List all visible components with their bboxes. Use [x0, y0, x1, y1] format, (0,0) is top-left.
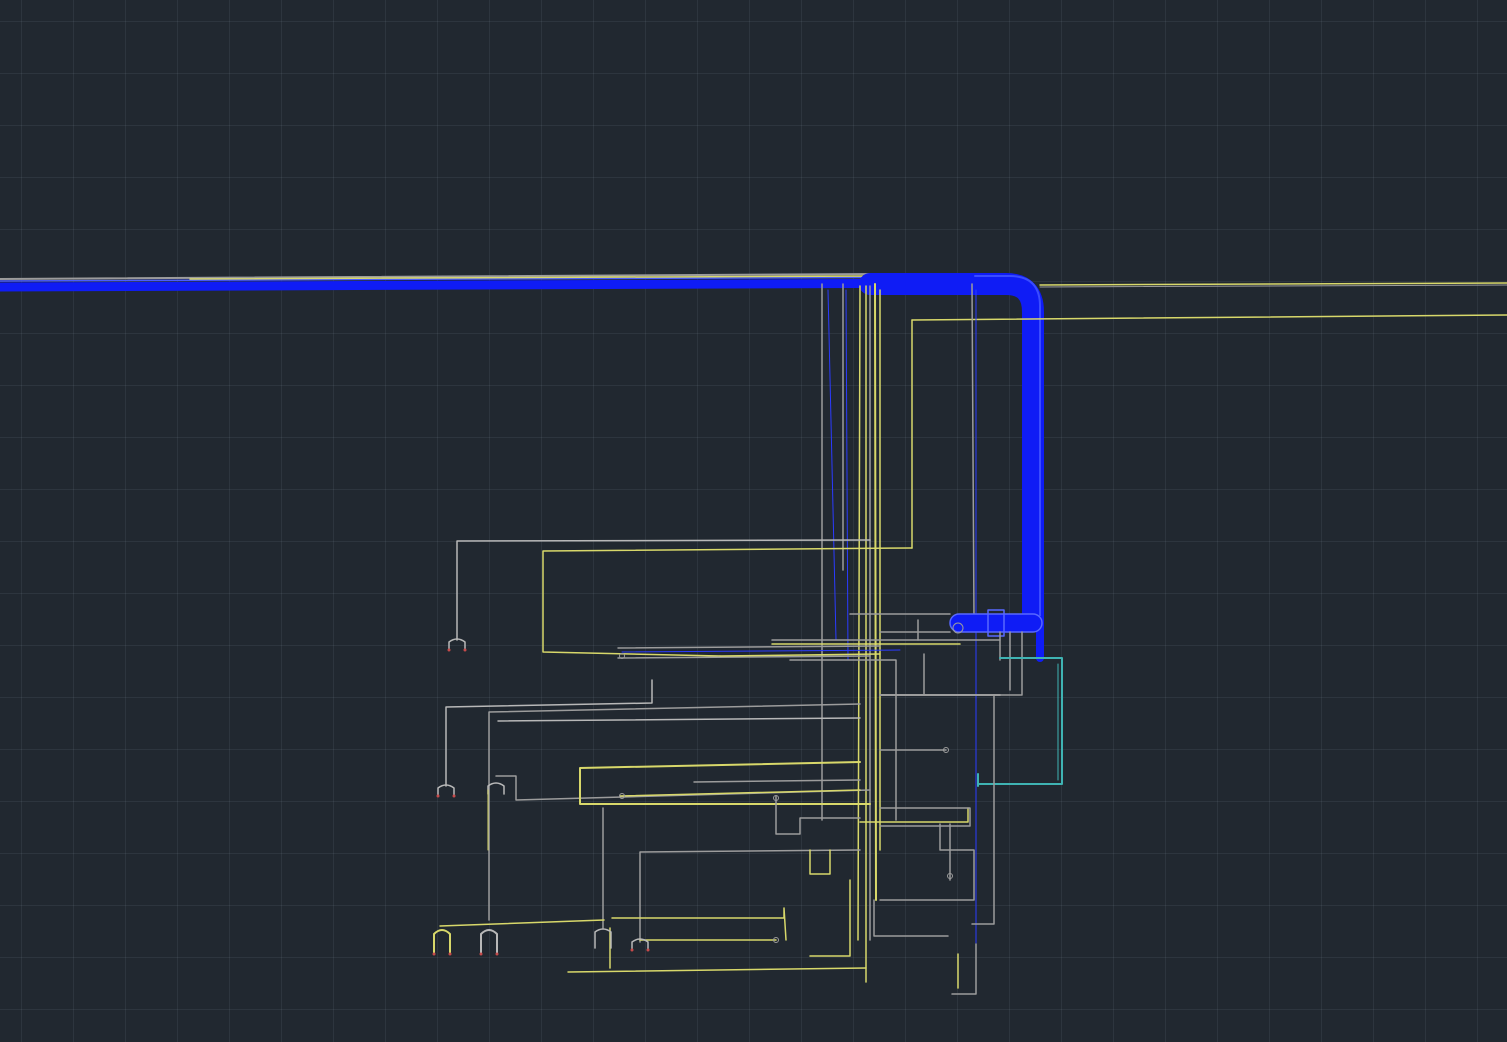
gray-riser-972[interactable]	[971, 283, 975, 621]
mid-distribution	[617, 639, 1001, 821]
gray-branch-540[interactable]	[456, 539, 871, 641]
gray-branch-712[interactable]	[488, 703, 861, 921]
yellow-bottom-970[interactable]	[567, 967, 867, 973]
bottom-left-fixtures	[433, 907, 867, 973]
gray-branch-776c[interactable]	[775, 795, 861, 835]
gray-branch-780[interactable]	[693, 779, 861, 783]
blue-riser-848[interactable]	[845, 289, 849, 661]
node-marker	[630, 948, 634, 952]
junction-markers	[619, 622, 964, 943]
node-marker	[479, 952, 483, 956]
riser-group	[821, 283, 977, 983]
fixture-489-940[interactable]	[480, 929, 498, 955]
gray-dist-648[interactable]	[617, 645, 881, 649]
yellow-branch-790b[interactable]	[619, 789, 861, 797]
yellow-bottom-918[interactable]	[611, 907, 787, 941]
fixture-496-786[interactable]	[487, 782, 505, 795]
gray-branch-704[interactable]	[445, 679, 653, 787]
yellow-branch-956[interactable]	[809, 879, 851, 957]
fixture-603-940[interactable]	[594, 928, 612, 949]
yellow-trunk-right-second[interactable]	[911, 314, 1507, 321]
cyan-branch	[977, 657, 1063, 787]
pipe-fitting-group	[849, 609, 1043, 696]
yellow-trunk-right-top[interactable]	[1039, 282, 1507, 286]
node-marker	[432, 952, 436, 956]
node-marker	[436, 794, 440, 798]
pipe-drawing[interactable]	[0, 0, 1507, 1042]
node-markers	[432, 648, 650, 956]
gray-branch-994[interactable]	[971, 695, 995, 925]
main-trunk-group	[0, 273, 1507, 662]
yellow-riser-875[interactable]	[874, 283, 877, 901]
node-marker	[448, 952, 452, 956]
gray-branch-992[interactable]	[951, 943, 977, 995]
node-marker	[447, 648, 451, 652]
pipe-fitting-tee[interactable]	[949, 613, 1043, 633]
gray-branch-936[interactable]	[873, 899, 949, 937]
gray-branch-808[interactable]	[879, 807, 971, 827]
cyan-loop[interactable]	[977, 657, 1063, 785]
bottom-right-branches	[809, 695, 995, 995]
node-marker	[646, 948, 650, 952]
yellow-branch-852[interactable]	[809, 849, 831, 875]
blue-riser-830[interactable]	[827, 289, 837, 641]
light-branch-720[interactable]	[497, 717, 861, 722]
gray-branch-900[interactable]	[879, 823, 975, 901]
node-marker	[452, 794, 456, 798]
gray-branch-776[interactable]	[495, 775, 871, 801]
fixture-442-940[interactable]	[433, 929, 451, 955]
main-pipe-horizontal[interactable]	[0, 278, 980, 292]
yellow-riser-860[interactable]	[857, 285, 861, 941]
main-pipe-elbow[interactable]	[859, 273, 1044, 631]
node-marker	[495, 952, 499, 956]
yellow-loop-lower	[579, 761, 975, 943]
model-space-viewport[interactable]	[0, 0, 1507, 1042]
gray-branch-850[interactable]	[639, 849, 861, 943]
yellow-bottom-924[interactable]	[439, 919, 605, 927]
fitting-drop-1022[interactable]	[923, 631, 1023, 696]
node-marker	[463, 648, 467, 652]
